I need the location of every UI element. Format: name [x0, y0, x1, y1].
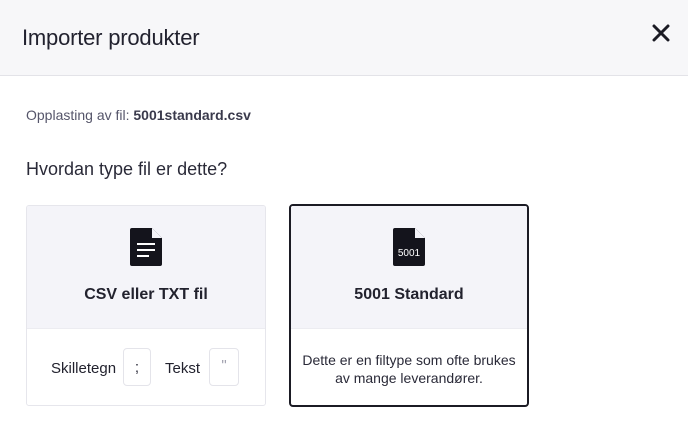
option-5001-body: Dette er en filtype som ofte brukes av m…	[291, 329, 527, 405]
option-5001-standard[interactable]: 5001 5001 Standard Dette er en filtype s…	[289, 204, 529, 407]
dialog-header: Importer produkter	[0, 0, 688, 76]
text-qualifier-input[interactable]: "	[209, 348, 239, 386]
close-icon[interactable]	[652, 24, 670, 42]
file-5001-icon-text: 5001	[398, 248, 421, 259]
option-5001-header[interactable]: 5001 5001 Standard	[291, 206, 527, 329]
separator-label: Skilletegn	[51, 360, 117, 377]
file-type-question: Hvordan type fil er dette?	[26, 159, 228, 179]
option-5001-label: 5001 Standard	[354, 286, 464, 303]
option-csv-txt-header[interactable]: CSV eller TXT fil	[27, 206, 265, 329]
upload-info: Opplasting av fil: 5001standard.csv	[26, 106, 251, 124]
option-csv-txt-label: CSV eller TXT fil	[84, 286, 208, 303]
file-5001-icon: 5001	[393, 228, 425, 266]
separator-input[interactable]: ;	[123, 348, 151, 386]
dialog-title: Importer produkter	[22, 25, 200, 50]
option-csv-txt[interactable]: CSV eller TXT fil Skilletegn ; Tekst "	[26, 205, 266, 406]
option-5001-description: Dette er en filtype som ofte brukes av m…	[302, 352, 516, 386]
document-icon	[130, 228, 162, 266]
close-button[interactable]	[648, 20, 674, 46]
text-qualifier-label: Tekst	[165, 360, 201, 377]
upload-filename: 5001standard.csv	[133, 107, 251, 123]
upload-prefix: Opplasting av fil:	[26, 107, 130, 123]
